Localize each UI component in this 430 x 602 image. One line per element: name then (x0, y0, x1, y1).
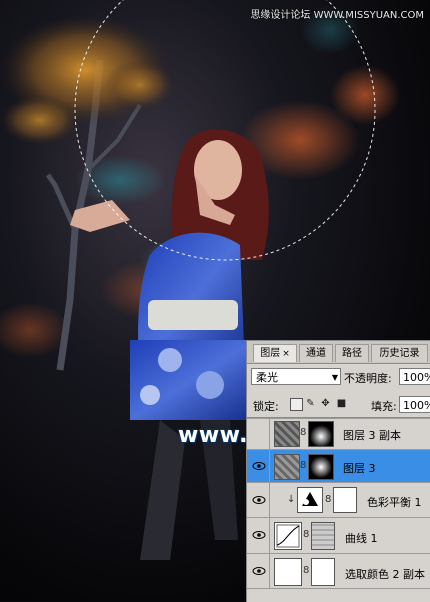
visibility-toggle[interactable] (249, 518, 270, 553)
layer-name[interactable]: 图层 3 (343, 460, 376, 476)
tab-layers[interactable]: 图层 × (253, 344, 297, 362)
eye-icon (252, 462, 266, 470)
curves-icon (276, 524, 300, 548)
eye-icon (252, 567, 266, 575)
clip-arrow-icon: ↓ (287, 494, 296, 505)
layer-thumbnail (274, 421, 300, 447)
eye-icon (252, 496, 266, 504)
link-icon: 8 (303, 529, 310, 540)
visibility-toggle[interactable] (249, 450, 270, 482)
link-icon: 8 (300, 427, 307, 438)
chevron-down-icon: ▼ (331, 373, 338, 382)
visibility-cell[interactable] (249, 418, 270, 449)
watermark-top: 思缘设计论坛 WWW.MISSYUAN.COM (250, 10, 424, 21)
blend-mode-select[interactable]: 柔光 ▼ (251, 368, 341, 385)
link-icon: 8 (303, 565, 310, 576)
blend-mode-value: 柔光 (256, 371, 278, 384)
panel-tab-bar: 图层 × 通道 路径 历史记录 (247, 341, 430, 364)
tab-channels[interactable]: 通道 (299, 344, 333, 362)
layers-panel: 图层× 通道 路径 历史记录 柔光 ▼ 不透明度: 100% 锁定: ✎ ✥ ■… (246, 340, 430, 602)
layer-row[interactable]: 8 曲线 1 (247, 518, 430, 554)
tab-layers-label: 图层 (260, 348, 281, 359)
link-icon: 8 (300, 460, 307, 471)
visibility-toggle[interactable] (249, 483, 270, 517)
mask-thumbnail (308, 454, 334, 480)
adjustment-thumbnail (274, 522, 302, 550)
balance-icon (302, 492, 318, 506)
layer-list: 8 图层 3 副本 8 图层 3 ↓ 8 色彩平衡 1 8 曲线 1 8 选取颜… (247, 418, 430, 602)
adjustment-thumbnail (274, 558, 302, 586)
layer-row[interactable]: 8 选取颜色 2 副本 (247, 554, 430, 589)
opacity-input[interactable]: 100% (399, 368, 430, 385)
layer-name[interactable]: 图层 3 副本 (343, 427, 401, 443)
layer-name[interactable]: 曲线 1 (345, 530, 378, 546)
eye-icon (252, 531, 266, 539)
link-icon: 8 (325, 494, 332, 505)
adjustment-thumbnail (297, 487, 323, 513)
mask-thumbnail (333, 487, 357, 513)
blend-opacity-row: 柔光 ▼ 不透明度: 100% (247, 364, 430, 391)
mask-thumbnail (311, 558, 335, 586)
tab-history[interactable]: 历史记录 (371, 344, 428, 362)
opacity-label: 不透明度: (344, 372, 392, 385)
mask-thumbnail (308, 421, 334, 447)
layer-thumbnail (274, 454, 300, 480)
layer-row-selected[interactable]: 8 图层 3 (247, 450, 430, 483)
lock-icon[interactable]: ■ (336, 398, 347, 409)
visibility-toggle[interactable] (249, 554, 270, 588)
layer-row[interactable]: ↓ 8 色彩平衡 1 (247, 483, 430, 518)
move-lock-icon[interactable]: ✥ (320, 398, 331, 409)
layer-name[interactable]: 选取颜色 2 副本 (345, 566, 425, 582)
brush-lock-icon[interactable]: ✎ (305, 398, 316, 409)
layer-row[interactable]: 8 图层 3 副本 (247, 418, 430, 450)
mask-thumbnail (311, 522, 335, 550)
layer-name[interactable]: 色彩平衡 1 (367, 494, 422, 510)
close-icon[interactable]: × (282, 349, 290, 359)
tab-paths[interactable]: 路径 (335, 344, 369, 362)
